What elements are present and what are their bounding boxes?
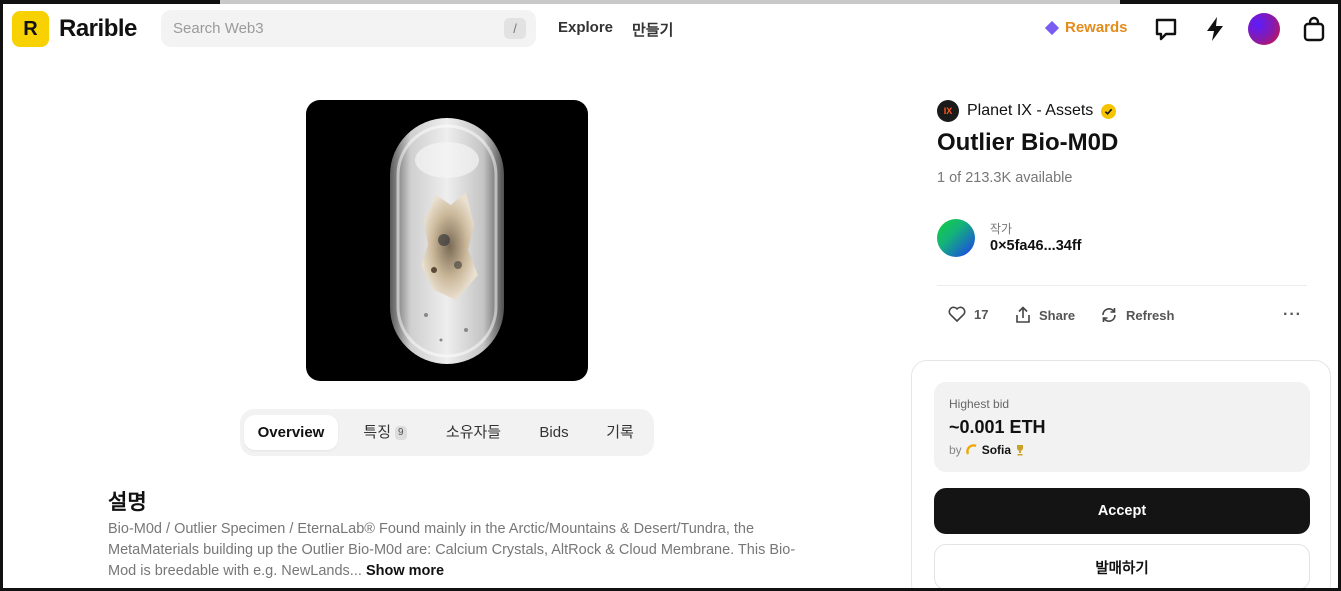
tab-traits-label: 특징 [363, 424, 392, 441]
bag-icon[interactable] [1299, 14, 1329, 44]
refresh-label: Refresh [1126, 307, 1175, 323]
bidder-line: by Sofia [949, 443, 1025, 457]
tab-history[interactable]: 기록 [596, 415, 644, 450]
share-icon [1016, 306, 1030, 323]
capsule-artwork [390, 118, 504, 364]
rewards-diamond-icon [1044, 20, 1060, 35]
collection-name: Planet IX - Assets [967, 102, 1094, 119]
like-count: 17 [974, 306, 989, 322]
availability-text: 1 of 213.3K available [937, 170, 1073, 186]
rewards-label: Rewards [1065, 19, 1128, 36]
traits-count-badge: 9 [395, 426, 407, 441]
bidder-badge-icon [965, 444, 977, 455]
tab-owners[interactable]: 소유자들 [436, 415, 511, 450]
search-input[interactable] [173, 18, 493, 38]
search-bar[interactable]: / [161, 10, 536, 47]
brand-name[interactable]: Rarible [59, 15, 137, 43]
description-title: 설명 [108, 491, 147, 514]
trophy-icon [1017, 445, 1024, 456]
nav-explore[interactable]: Explore [558, 19, 613, 36]
logo-letter: R [23, 17, 38, 40]
nft-title: Outlier Bio-M0D [937, 129, 1119, 156]
description-body: Bio-M0d / Outlier Specimen / EternaLab® … [108, 519, 798, 582]
nav-create[interactable]: 만들기 [632, 19, 673, 40]
heart-icon [948, 306, 966, 322]
bidder-prefix: by [949, 443, 962, 457]
highest-bid-box: Highest bid ~0.001 ETH by Sofia [934, 382, 1310, 472]
description-text: Bio-M0d / Outlier Specimen / EternaLab® … [108, 521, 796, 579]
tab-overview[interactable]: Overview [244, 415, 338, 450]
share-button[interactable]: Share [1015, 306, 1075, 324]
user-avatar[interactable] [1248, 13, 1280, 45]
sell-button[interactable]: 발매하기 [934, 544, 1310, 590]
tab-traits[interactable]: 특징 9 [350, 415, 420, 450]
highest-bid-label: Highest bid [949, 397, 1010, 411]
creator-address[interactable]: 0×5fa46...34ff [990, 238, 1082, 254]
nft-artwork[interactable] [306, 100, 588, 381]
bidder-name[interactable]: Sofia [982, 443, 1011, 457]
tab-overview-label: Overview [257, 424, 325, 441]
share-label: Share [1039, 307, 1076, 323]
tab-bids-label: Bids [539, 424, 569, 441]
show-more-link[interactable]: Show more [366, 563, 444, 579]
collection-avatar: IX [937, 100, 959, 122]
creator-label: 작가 [990, 222, 1013, 236]
highest-bid-value: ~0.001 ETH [949, 417, 1046, 437]
like-button[interactable]: 17 [948, 306, 988, 322]
tab-bids[interactable]: Bids [526, 415, 582, 450]
search-shortcut-badge: / [504, 18, 526, 39]
refresh-icon [1102, 308, 1116, 322]
browser-top-strip [220, 0, 1120, 4]
verified-icon [1101, 103, 1117, 119]
header: R Rarible / Explore 만들기 Rewards [0, 0, 1341, 58]
tab-history-label: 기록 [606, 424, 634, 441]
chat-icon[interactable] [1151, 14, 1181, 44]
divider [937, 285, 1307, 286]
more-options-icon[interactable]: ··· [1283, 306, 1302, 324]
creator-avatar[interactable] [937, 219, 975, 257]
accept-button[interactable]: Accept [934, 488, 1310, 534]
refresh-button[interactable]: Refresh [1100, 306, 1174, 324]
collection-link[interactable]: IX Planet IX - Assets [937, 100, 1117, 122]
lightning-icon[interactable] [1200, 14, 1230, 44]
rewards-link[interactable]: Rewards [1044, 19, 1128, 36]
rarible-logo-icon[interactable]: R [12, 11, 49, 47]
item-tabs: Overview 특징 9 소유자들 Bids 기록 [240, 409, 654, 456]
tab-owners-label: 소유자들 [445, 424, 502, 441]
